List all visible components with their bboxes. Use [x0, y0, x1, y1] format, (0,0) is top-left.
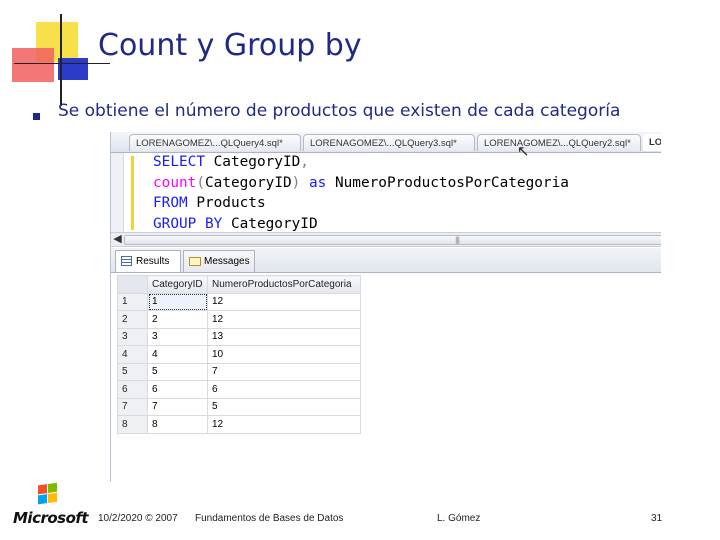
product-count-cell[interactable]: 12 [207, 415, 361, 434]
footer-date: 10/2/2020 © 2007 [98, 513, 178, 524]
bullet-text: Se obtiene el número de productos que ex… [58, 101, 621, 121]
table-row[interactable]: 8 8 12 [117, 415, 361, 434]
column-header-numeroproductos[interactable]: NumeroProductosPorCategoria [207, 275, 361, 294]
table-row[interactable]: 557 [117, 362, 361, 381]
scrollbar-grip-icon: ||| [455, 236, 460, 244]
category-id-cell[interactable]: 3 [147, 327, 208, 346]
table-row[interactable]: 1 1 12 [117, 292, 361, 311]
title-decoration-blue [58, 58, 88, 80]
title-decoration-hline [14, 63, 110, 64]
row-number-cell[interactable]: 7 [117, 397, 148, 416]
windows-flag-icon [38, 482, 58, 506]
editor-gutter [111, 153, 124, 233]
table-row[interactable]: 3 3 13 [117, 327, 361, 346]
product-count-cell[interactable]: 10 [207, 345, 361, 364]
tab-query4[interactable]: LORENAGOMEZ\...QLQuery4.sql* [129, 134, 301, 151]
mouse-cursor-icon: ↖ [517, 142, 530, 160]
row-number-cell[interactable]: 1 [117, 292, 148, 311]
row-number-cell[interactable]: 4 [117, 345, 148, 364]
footer-author: L. Gómez [437, 513, 481, 524]
category-id-cell[interactable]: 5 [147, 362, 208, 381]
table-row[interactable]: 775 [117, 397, 361, 416]
scrollbar-thumb[interactable]: ||| [124, 235, 661, 245]
row-number-cell[interactable]: 6 [117, 380, 148, 399]
product-count-cell[interactable]: 5 [207, 397, 361, 416]
flag-blue [38, 494, 47, 505]
grid-corner[interactable] [117, 275, 148, 294]
category-id-cell[interactable]: 2 [147, 310, 208, 329]
ssms-screenshot: LORENAGOMEZ\...QLQuery4.sql* LORENAGOMEZ… [110, 132, 661, 482]
sql-code: SELECT CategoryID, count(CategoryID) as … [153, 152, 569, 234]
sql-line-1: SELECT CategoryID, [153, 154, 309, 170]
product-count-cell[interactable]: 7 [207, 362, 361, 381]
row-number-cell[interactable]: 2 [117, 310, 148, 329]
table-row[interactable]: 666 [117, 380, 361, 399]
query-editor[interactable]: SELECT CategoryID, count(CategoryID) as … [111, 153, 661, 233]
row-number-cell[interactable]: 3 [117, 327, 148, 346]
category-id-cell[interactable]: 6 [147, 380, 208, 399]
sql-line-2: count(CategoryID) as NumeroProductosPorC… [153, 174, 569, 191]
column-header-categoryid[interactable]: CategoryID [147, 275, 208, 294]
messages-icon [189, 257, 201, 266]
results-tabs-bar: Results Messages [111, 248, 661, 273]
product-count-cell[interactable]: 12 [207, 310, 361, 329]
row-number-cell[interactable]: 5 [117, 362, 148, 381]
results-grid: CategoryID NumeroProductosPorCategoria 1… [117, 275, 361, 434]
footer-course: Fundamentos de Bases de Datos [195, 513, 344, 524]
tab-results[interactable]: Results [115, 250, 181, 272]
category-id-cell[interactable]: 8 [147, 415, 208, 434]
query-tabs-bar: LORENAGOMEZ\...QLQuery4.sql* LORENAGOMEZ… [111, 132, 661, 153]
slide-title: Count y Group by [98, 28, 362, 63]
results-grid-area: CategoryID NumeroProductosPorCategoria 1… [111, 273, 661, 482]
product-count-cell[interactable]: 6 [207, 380, 361, 399]
scroll-left-arrow-icon[interactable]: ◀ [112, 233, 123, 246]
tab-messages[interactable]: Messages [183, 250, 255, 272]
tab-truncated[interactable]: LO [643, 134, 661, 151]
grid-body: 1 1 12 2 2 12 3 3 13 4 4 10 5 5 7 6 6 6 7 7 5 8 8 12 [117, 292, 361, 434]
flag-green [48, 482, 57, 493]
row-number-cell[interactable]: 8 [117, 415, 148, 434]
grid-header-row: CategoryID NumeroProductosPorCategoria [117, 275, 361, 294]
category-id-cell[interactable]: 4 [147, 345, 208, 364]
product-count-cell[interactable]: 12 [207, 292, 361, 311]
bullet-marker [33, 113, 40, 120]
grid-icon [121, 256, 132, 266]
microsoft-logo: Microsoft [13, 509, 89, 527]
title-decoration-red [12, 48, 54, 82]
product-count-cell[interactable]: 13 [207, 327, 361, 346]
editor-change-bar [131, 156, 134, 230]
category-id-cell[interactable]: 7 [147, 397, 208, 416]
footer-page-number: 31 [651, 513, 663, 524]
sql-line-4: GROUP BY CategoryID [153, 215, 318, 232]
tab-query3[interactable]: LORENAGOMEZ\...QLQuery3.sql* [303, 134, 475, 151]
tab-results-label: Results [136, 256, 170, 267]
flag-red [38, 484, 47, 495]
category-id-cell[interactable]: 1 [147, 292, 208, 311]
table-row[interactable]: 2 2 12 [117, 310, 361, 329]
sql-line-3: FROM Products [153, 195, 266, 211]
tab-messages-label: Messages [204, 256, 250, 267]
tab-query2[interactable]: LORENAGOMEZ\...QLQuery2.sql* [477, 134, 641, 151]
flag-yellow [48, 492, 57, 503]
table-row[interactable]: 4 4 10 [117, 345, 361, 364]
title-decoration-vline [60, 14, 62, 106]
editor-horizontal-scrollbar[interactable]: ◀ ||| [111, 232, 661, 247]
